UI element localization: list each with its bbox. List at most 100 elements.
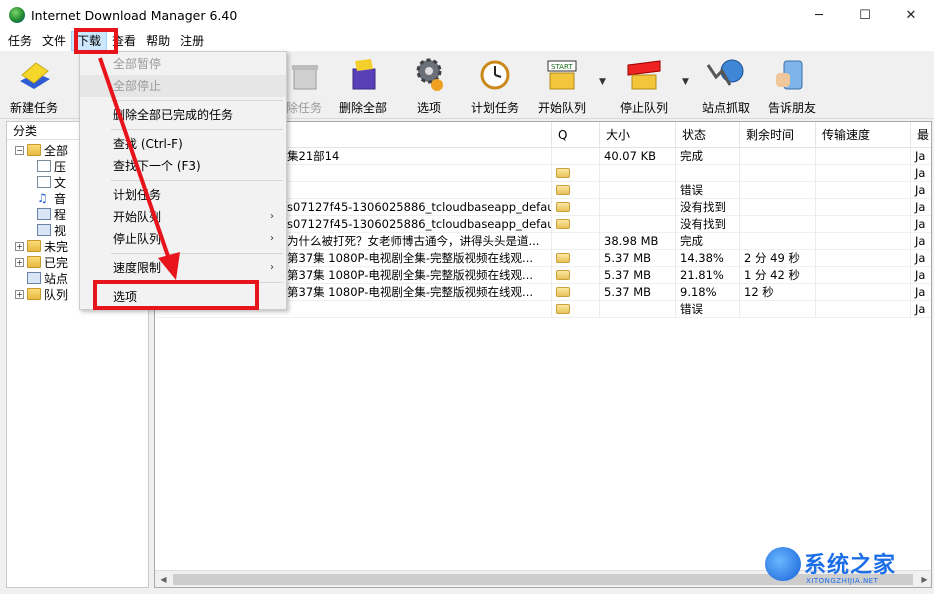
menu-delete-completed[interactable]: 删除全部已完成的任务 (80, 104, 286, 126)
window-title: Internet Download Manager 6.40 (31, 7, 238, 23)
menu-find[interactable]: 查找 (Ctrl-F) (80, 133, 286, 155)
archive-icon (37, 160, 51, 172)
folder-icon (27, 288, 41, 300)
menu-separator (111, 129, 283, 130)
cell-status: 没有找到 (676, 199, 740, 216)
program-icon (37, 208, 51, 220)
column-last[interactable]: 最 (911, 122, 931, 148)
options-gear-icon (409, 55, 449, 95)
cell-remaining: 2 分 49 秒 (740, 250, 816, 267)
column-q[interactable]: Q (552, 122, 600, 148)
expand-icon[interactable]: + (15, 289, 24, 299)
column-status[interactable]: 状态 (676, 122, 740, 148)
new-task-button[interactable]: 新建任务 (6, 55, 62, 117)
queue-folder-icon (556, 270, 570, 280)
delete-all-button[interactable]: 删除全部 (336, 55, 390, 117)
tree-item-unfinished[interactable]: + 未完 (15, 238, 68, 254)
menu-scheduler[interactable]: 计划任务 (80, 184, 286, 206)
menu-start-queue[interactable]: 开始队列 › (80, 206, 286, 228)
tree-item-finished[interactable]: + 已完 (15, 254, 68, 270)
queue-folder-icon (556, 202, 570, 212)
site-grabber-button[interactable]: 站点抓取 (700, 55, 752, 117)
svg-text:START: START (551, 63, 573, 71)
menu-separator (111, 180, 283, 181)
delete-task-button[interactable]: 除任务 (282, 55, 326, 117)
folder-icon (27, 144, 41, 156)
cell-remaining: 12 秒 (740, 284, 816, 301)
delete-all-icon (343, 55, 383, 95)
window-controls: ─ ☐ ✕ (796, 0, 934, 30)
cell-size: 5.37 MB (600, 267, 676, 284)
maximize-button[interactable]: ☐ (842, 0, 888, 30)
menu-stop-all[interactable]: 全部停止 (80, 75, 286, 97)
cell-last: Ja (911, 233, 931, 250)
menu-speed-limit[interactable]: 速度限制 › (80, 257, 286, 279)
start-queue-button[interactable]: START 开始队列 (536, 55, 588, 117)
cell-remaining (740, 148, 816, 165)
folder-check-icon (27, 256, 41, 268)
stop-queue-dropdown-arrow-icon[interactable]: ▼ (682, 77, 689, 87)
submenu-arrow-icon: › (270, 233, 274, 244)
submenu-arrow-icon: › (270, 262, 274, 273)
minimize-button[interactable]: ─ (796, 0, 842, 30)
cell-status: 错误 (676, 182, 740, 199)
globe-icon (27, 272, 41, 284)
column-speed[interactable]: 传输速度 (816, 122, 911, 148)
tree-item-site-grabber[interactable]: 站点 (27, 270, 68, 286)
cell-speed (816, 199, 911, 216)
scroll-left-icon[interactable]: ◀ (155, 571, 172, 587)
scheduler-button[interactable]: 计划任务 (470, 55, 520, 117)
cell-status (676, 165, 740, 182)
watermark-text: 系统之家 (804, 553, 897, 578)
tree-item-video[interactable]: 视 (37, 222, 66, 238)
cell-remaining (740, 216, 816, 233)
cell-status: 完成 (676, 233, 740, 250)
tell-friend-button[interactable]: 告诉朋友 (766, 55, 818, 117)
tree-item-compressed[interactable]: 压 (37, 158, 66, 174)
tree-item-programs[interactable]: 程 (37, 206, 66, 222)
cell-last: Ja (911, 301, 931, 318)
options-button[interactable]: 选项 (408, 55, 450, 117)
cell-q (552, 165, 600, 182)
video-icon (37, 224, 51, 236)
menu-register[interactable]: 注册 (175, 31, 209, 51)
column-remaining[interactable]: 剩余时间 (740, 122, 816, 148)
stop-queue-button[interactable]: 停止队列 (618, 55, 670, 117)
tree-item-all[interactable]: − 全部 (15, 142, 68, 158)
menu-separator (111, 253, 283, 254)
expand-icon[interactable]: + (15, 241, 24, 251)
menu-find-next[interactable]: 查找下一个 (F3) (80, 155, 286, 177)
cell-speed (816, 216, 911, 233)
menu-stop-queue[interactable]: 停止队列 › (80, 228, 286, 250)
cell-q (552, 148, 600, 165)
cell-remaining (740, 233, 816, 250)
cell-q (552, 284, 600, 301)
menu-tasks[interactable]: 任务 (3, 31, 37, 51)
watermark-subtext: XITONGZHIJIA.NET (806, 577, 879, 585)
start-queue-dropdown-arrow-icon[interactable]: ▼ (599, 77, 606, 87)
tree-item-music[interactable]: ♫ 音 (37, 190, 66, 206)
menu-help[interactable]: 帮助 (141, 31, 175, 51)
queue-folder-icon (556, 304, 570, 314)
expand-icon[interactable]: + (15, 257, 24, 267)
tree-item-queues[interactable]: + 队列 (15, 286, 68, 302)
cell-size (600, 301, 676, 318)
cell-q (552, 233, 600, 250)
close-button[interactable]: ✕ (888, 0, 934, 30)
cell-q (552, 199, 600, 216)
cell-size: 40.07 KB (600, 148, 676, 165)
cell-size: 38.98 MB (600, 233, 676, 250)
tree-item-documents[interactable]: 文 (37, 174, 66, 190)
cell-status: 没有找到 (676, 216, 740, 233)
cell-last: Ja (911, 216, 931, 233)
menu-pause-all[interactable]: 全部暂停 (80, 53, 286, 75)
menu-file[interactable]: 文件 (37, 31, 71, 51)
delete-task-label: 除任务 (285, 101, 322, 115)
title-bar: Internet Download Manager 6.40 ─ ☐ ✕ (0, 0, 934, 30)
cell-last: Ja (911, 148, 931, 165)
annotation-box-download-menu (74, 28, 118, 54)
column-size[interactable]: 大小 (600, 122, 676, 148)
collapse-icon[interactable]: − (15, 145, 24, 155)
queue-folder-icon (556, 219, 570, 229)
watermark: 系统之家 XITONGZHIJIA.NET (760, 543, 930, 591)
